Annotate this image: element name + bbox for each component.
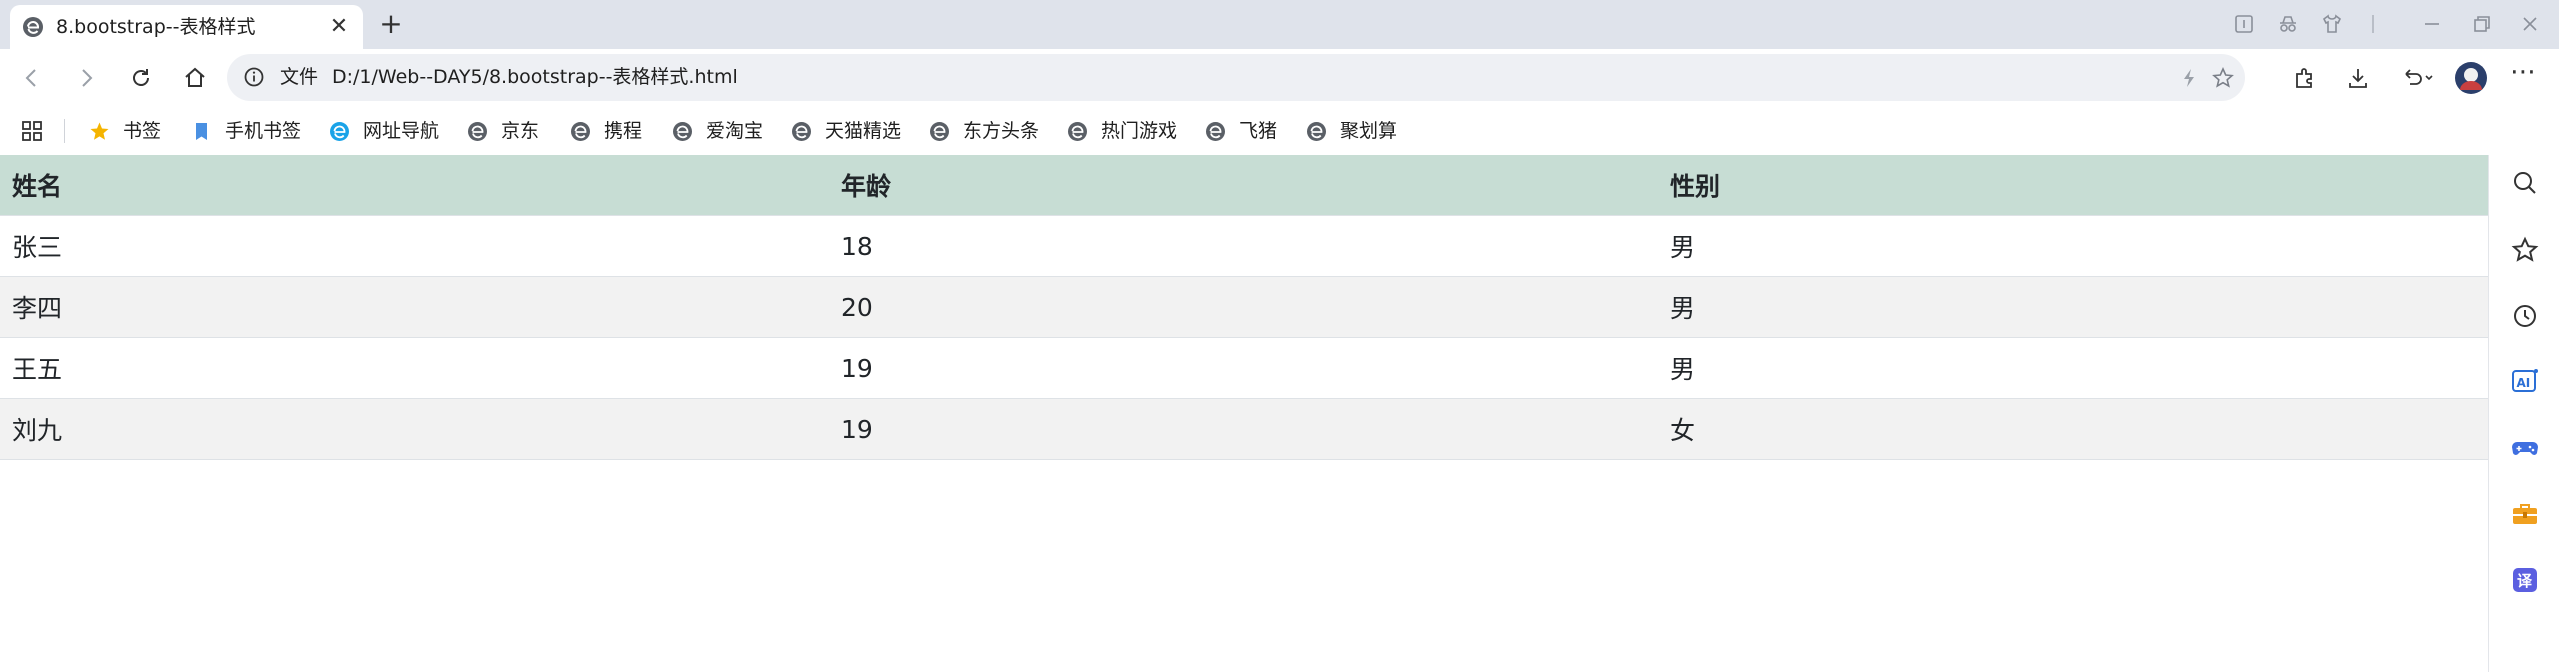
reload-icon[interactable]	[127, 64, 155, 92]
incognito-icon[interactable]	[2276, 12, 2300, 36]
bookmarks-separator	[64, 119, 65, 143]
table-cell: 女	[1658, 398, 2488, 460]
extensions-icon[interactable]	[2291, 64, 2319, 92]
history-clock-icon[interactable]	[2510, 301, 2540, 331]
table-row: 张三 18 男	[0, 215, 2488, 277]
more-menu-icon[interactable]: ⋯	[2510, 59, 2538, 87]
table-cell: 19	[829, 337, 1658, 399]
table-row: 王五 19 男	[0, 337, 2488, 399]
bookmark-label: 东方头条	[963, 120, 1040, 142]
file-scheme-label: 文件	[280, 66, 319, 88]
e-icon	[1307, 122, 1326, 141]
download-icon[interactable]	[2344, 64, 2372, 92]
title-bar: 8.bootstrap--表格样式 ✕ +	[0, 0, 2559, 49]
e-icon	[673, 122, 692, 141]
table-cell: 20	[829, 276, 1658, 338]
data-table: 姓名 年龄 性别 张三 18 男 李四 20 男 王五 19 男 刘九 19 女	[0, 155, 2488, 460]
game-controller-icon[interactable]	[2510, 433, 2540, 463]
table-cell: 男	[1658, 215, 2488, 277]
tab-title: 8.bootstrap--表格样式	[56, 16, 256, 38]
favorite-star-icon[interactable]	[2211, 66, 2235, 90]
right-sidebar: AI 译	[2488, 155, 2559, 672]
svg-text:AI: AI	[2517, 376, 2531, 390]
table-cell: 男	[1658, 276, 2488, 338]
minimize-icon[interactable]	[2420, 12, 2444, 36]
new-tab-button[interactable]: +	[378, 10, 404, 38]
toolbox-icon[interactable]	[2510, 499, 2540, 529]
table-cell: 男	[1658, 337, 2488, 399]
e-icon	[468, 122, 487, 141]
search-icon[interactable]	[2510, 168, 2540, 198]
close-window-icon[interactable]	[2518, 12, 2542, 36]
table-cell: 李四	[0, 276, 829, 338]
table-header-row: 姓名 年龄 性别	[0, 155, 2488, 216]
e-icon	[930, 122, 949, 141]
browser-tab-active[interactable]: 8.bootstrap--表格样式 ✕	[10, 5, 363, 49]
e-icon	[792, 122, 811, 141]
toolbar: 文件 D:/1/Web--DAY5/8.bootstrap--表格样式.html…	[0, 49, 2559, 107]
avatar[interactable]	[2454, 61, 2488, 95]
table-row: 李四 20 男	[0, 276, 2488, 338]
table-cell: 刘九	[0, 398, 829, 460]
bookmark-label: 飞猪	[1239, 120, 1278, 142]
e-icon	[1068, 122, 1087, 141]
close-tab-icon[interactable]: ✕	[327, 15, 351, 39]
home-icon[interactable]	[181, 64, 209, 92]
address-bar[interactable]: 文件 D:/1/Web--DAY5/8.bootstrap--表格样式.html	[227, 54, 2245, 101]
e-icon	[1206, 122, 1225, 141]
lightning-icon[interactable]	[2177, 66, 2201, 90]
e-icon	[571, 122, 590, 141]
table-cell: 王五	[0, 337, 829, 399]
undo-dropdown-icon[interactable]	[2398, 64, 2436, 92]
split-screen-icon[interactable]	[2232, 12, 2256, 36]
star-icon	[90, 122, 109, 140]
window-controls-divider	[2372, 15, 2374, 33]
bookmark-label: 天猫精选	[825, 120, 902, 142]
bookmarks-bar: 书签 手机书签 网址导航 京东 携程 爱淘宝 天猫精选 东方头条 热门游戏 飞猪…	[0, 107, 2559, 155]
edge-e-icon	[23, 17, 43, 37]
back-icon[interactable]	[18, 64, 46, 92]
apps-grid-icon[interactable]	[20, 119, 44, 143]
bookmark-label: 聚划算	[1340, 120, 1398, 142]
page-content: 姓名 年龄 性别 张三 18 男 李四 20 男 王五 19 男 刘九 19 女	[0, 155, 2488, 672]
table-header-cell: 姓名	[0, 155, 829, 216]
ai-icon[interactable]: AI	[2510, 366, 2540, 396]
forward-icon[interactable]	[72, 64, 100, 92]
url-text[interactable]: D:/1/Web--DAY5/8.bootstrap--表格样式.html	[332, 65, 738, 89]
restore-icon[interactable]	[2470, 12, 2494, 36]
table-header-cell: 年龄	[829, 155, 1658, 216]
svg-text:译: 译	[2517, 572, 2533, 590]
translate-icon[interactable]: 译	[2510, 565, 2540, 595]
table-cell: 张三	[0, 215, 829, 277]
bookmark-label: 携程	[604, 120, 643, 142]
table-cell: 19	[829, 398, 1658, 460]
bookmark-label: 网址导航	[363, 120, 440, 142]
info-icon[interactable]	[243, 66, 265, 88]
table-header-cell: 性别	[1658, 155, 2488, 216]
bookmark-label: 京东	[501, 120, 540, 142]
table-cell: 18	[829, 215, 1658, 277]
bookmark-label: 热门游戏	[1101, 120, 1178, 142]
bookmark-label: 爱淘宝	[706, 120, 764, 142]
bookmark-label: 手机书签	[225, 120, 302, 142]
phone-bookmark-icon	[196, 123, 207, 140]
favorites-star-icon[interactable]	[2510, 235, 2540, 265]
extensions-shirt-icon[interactable]	[2320, 12, 2344, 36]
table-row: 刘九 19 女	[0, 398, 2488, 460]
nav-e-icon	[330, 122, 349, 141]
bookmark-label: 书签	[123, 120, 162, 142]
